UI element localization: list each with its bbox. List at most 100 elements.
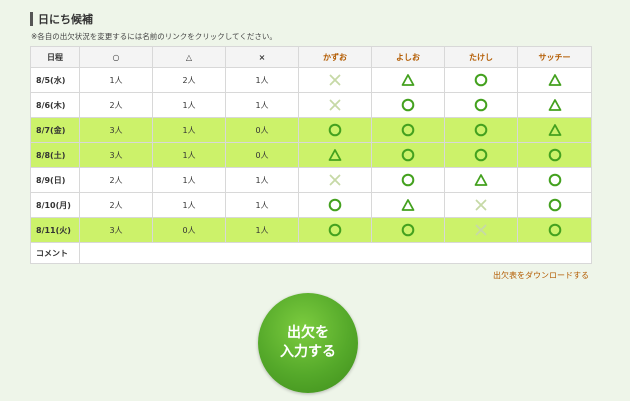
- table-row: 8/8(土) 3人 1人 0人: [30, 142, 592, 168]
- member-link-sacchi[interactable]: サッチー: [517, 46, 592, 68]
- count-triangle: 2人: [152, 67, 226, 93]
- table-row: 8/9(日) 2人 1人 1人: [30, 167, 592, 193]
- table-header-row: 日程 ○ △ × かずお よしお たけし サッチー: [30, 46, 592, 68]
- count-o: 2人: [79, 92, 153, 118]
- triangle-mark-icon: [548, 99, 561, 111]
- count-x: 0人: [225, 142, 299, 168]
- count-x: 1人: [225, 167, 299, 193]
- circle-mark-icon: [401, 123, 415, 137]
- count-x: 1人: [225, 217, 299, 243]
- circle-mark-icon: [548, 148, 561, 162]
- circle-mark-icon: [328, 223, 342, 237]
- member-mark-cell: [517, 92, 592, 118]
- header-bar: [30, 12, 33, 26]
- count-o: 1人: [79, 67, 153, 93]
- row-date: 8/11(火): [30, 217, 80, 243]
- member-mark-cell: [371, 142, 445, 168]
- instruction-note: ※各自の出欠状況を変更するには名前のリンクをクリックしてください。: [31, 32, 277, 41]
- circle-mark-icon: [474, 98, 488, 112]
- circle-mark-icon: [328, 123, 342, 137]
- cross-mark-icon: [329, 99, 341, 111]
- count-o: 3人: [79, 117, 153, 143]
- circle-mark-icon: [548, 173, 561, 187]
- table-row: 8/6(木) 2人 1人 1人: [30, 92, 592, 118]
- member-link-yoshio[interactable]: よしお: [371, 46, 445, 68]
- count-o: 2人: [79, 192, 153, 218]
- member-mark-cell: [517, 117, 592, 143]
- member-mark-cell: [517, 192, 592, 218]
- member-mark-cell: [517, 67, 592, 93]
- member-mark-cell: [444, 142, 518, 168]
- count-triangle: 1人: [152, 142, 226, 168]
- header-triangle: △: [152, 46, 226, 68]
- count-triangle: 1人: [152, 167, 226, 193]
- count-o: 3人: [79, 142, 153, 168]
- comment-label: コメント: [30, 242, 80, 264]
- member-mark-cell: [298, 92, 372, 118]
- circle-mark-icon: [474, 148, 488, 162]
- table-row: 8/7(金) 3人 1人 0人: [30, 117, 592, 143]
- member-mark-cell: [371, 167, 445, 193]
- count-x: 0人: [225, 117, 299, 143]
- cross-mark-icon: [329, 74, 341, 86]
- member-mark-cell: [444, 67, 518, 93]
- count-o: 3人: [79, 217, 153, 243]
- row-date: 8/5(水): [30, 67, 80, 93]
- count-x: 1人: [225, 192, 299, 218]
- row-date: 8/9(日): [30, 167, 80, 193]
- cross-mark-icon: [475, 199, 487, 211]
- circle-mark-icon: [474, 73, 488, 87]
- header-date: 日程: [30, 46, 80, 68]
- member-mark-cell: [371, 192, 445, 218]
- section-title: 日にち候補: [38, 13, 93, 26]
- count-o: 2人: [79, 167, 153, 193]
- table-row: 8/10(月) 2人 1人 1人: [30, 192, 592, 218]
- member-mark-cell: [298, 67, 372, 93]
- circle-mark-icon: [401, 148, 415, 162]
- triangle-mark-icon: [548, 74, 561, 86]
- circle-mark-icon: [401, 173, 415, 187]
- circle-mark-icon: [474, 123, 488, 137]
- member-mark-cell: [517, 142, 592, 168]
- row-date: 8/7(金): [30, 117, 80, 143]
- member-link-kazuo[interactable]: かずお: [298, 46, 372, 68]
- count-x: 1人: [225, 67, 299, 93]
- triangle-mark-icon: [401, 74, 415, 86]
- member-mark-cell: [444, 192, 518, 218]
- member-mark-cell: [444, 117, 518, 143]
- member-mark-cell: [298, 192, 372, 218]
- circle-mark-icon: [548, 223, 561, 237]
- count-triangle: 0人: [152, 217, 226, 243]
- count-x: 1人: [225, 92, 299, 118]
- member-mark-cell: [444, 167, 518, 193]
- table-row: 8/5(水) 1人 2人 1人: [30, 67, 592, 93]
- member-link-takeshi[interactable]: たけし: [444, 46, 518, 68]
- member-mark-cell: [371, 67, 445, 93]
- count-triangle: 1人: [152, 92, 226, 118]
- member-mark-cell: [517, 167, 592, 193]
- comment-cell: [79, 242, 592, 264]
- triangle-mark-icon: [474, 174, 488, 186]
- row-date: 8/6(木): [30, 92, 80, 118]
- row-date: 8/8(土): [30, 142, 80, 168]
- cross-mark-icon: [475, 224, 487, 236]
- download-link[interactable]: 出欠表をダウンロードする: [493, 270, 589, 281]
- member-mark-cell: [444, 92, 518, 118]
- section-header: 日にち候補: [30, 12, 93, 26]
- member-mark-cell: [371, 92, 445, 118]
- circle-mark-icon: [401, 223, 415, 237]
- header-x: ×: [225, 46, 299, 68]
- enter-button-line2: 入力する: [280, 344, 336, 360]
- schedule-table: 日程 ○ △ × かずお よしお たけし サッチー 8/5(水) 1人 2人 1人 8/…: [30, 46, 592, 264]
- table-row: 8/11(火) 3人 0人 1人: [30, 217, 592, 243]
- circle-mark-icon: [401, 98, 415, 112]
- member-mark-cell: [298, 217, 372, 243]
- comment-row: コメント: [30, 242, 592, 264]
- enter-attendance-button[interactable]: 出欠を 入力する: [258, 293, 358, 393]
- member-mark-cell: [298, 117, 372, 143]
- member-mark-cell: [298, 142, 372, 168]
- triangle-mark-icon: [401, 199, 415, 211]
- row-date: 8/10(月): [30, 192, 80, 218]
- member-mark-cell: [371, 217, 445, 243]
- triangle-mark-icon: [328, 149, 342, 161]
